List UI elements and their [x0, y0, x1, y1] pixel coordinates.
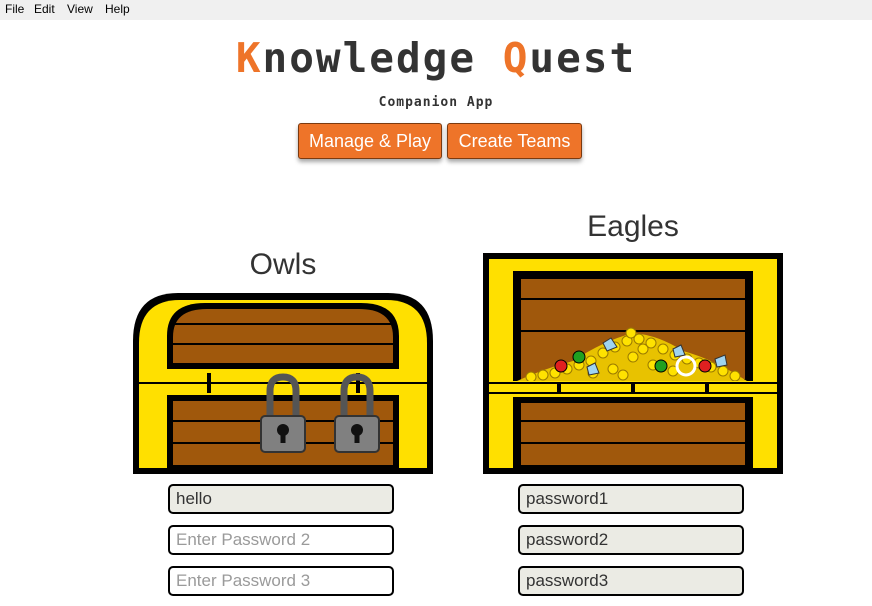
title-word-uest: uest: [529, 34, 637, 82]
locked-chest-icon: [133, 293, 433, 474]
app-subtitle: Companion App: [378, 95, 494, 110]
owls-password-1[interactable]: hello: [168, 484, 394, 514]
eagles-password-2[interactable]: password2: [518, 525, 744, 555]
title-word-nowledge: nowledge: [262, 34, 477, 82]
menu-edit[interactable]: Edit: [34, 2, 55, 16]
menu-help[interactable]: Help: [105, 2, 130, 16]
eagles-password-3[interactable]: password3: [518, 566, 744, 596]
owls-password-2[interactable]: Enter Password 2: [168, 525, 394, 555]
menu-file[interactable]: File: [5, 2, 24, 16]
owls-password-3[interactable]: Enter Password 3: [168, 566, 394, 596]
app-title: Knowledge Quest: [0, 34, 872, 82]
team-name-owls: Owls: [249, 248, 317, 281]
open-treasure-chest-icon: [483, 253, 783, 474]
eagles-password-1[interactable]: password1: [518, 484, 744, 514]
create-teams-button[interactable]: Create Teams: [447, 123, 582, 159]
menu-view[interactable]: View: [67, 2, 93, 16]
menu-bar: File Edit View Help: [0, 0, 872, 20]
title-letter-q: Q: [502, 34, 530, 82]
team-name-eagles: Eagles: [587, 210, 679, 243]
title-letter-k: K: [235, 34, 263, 82]
manage-play-button[interactable]: Manage & Play: [298, 123, 442, 159]
